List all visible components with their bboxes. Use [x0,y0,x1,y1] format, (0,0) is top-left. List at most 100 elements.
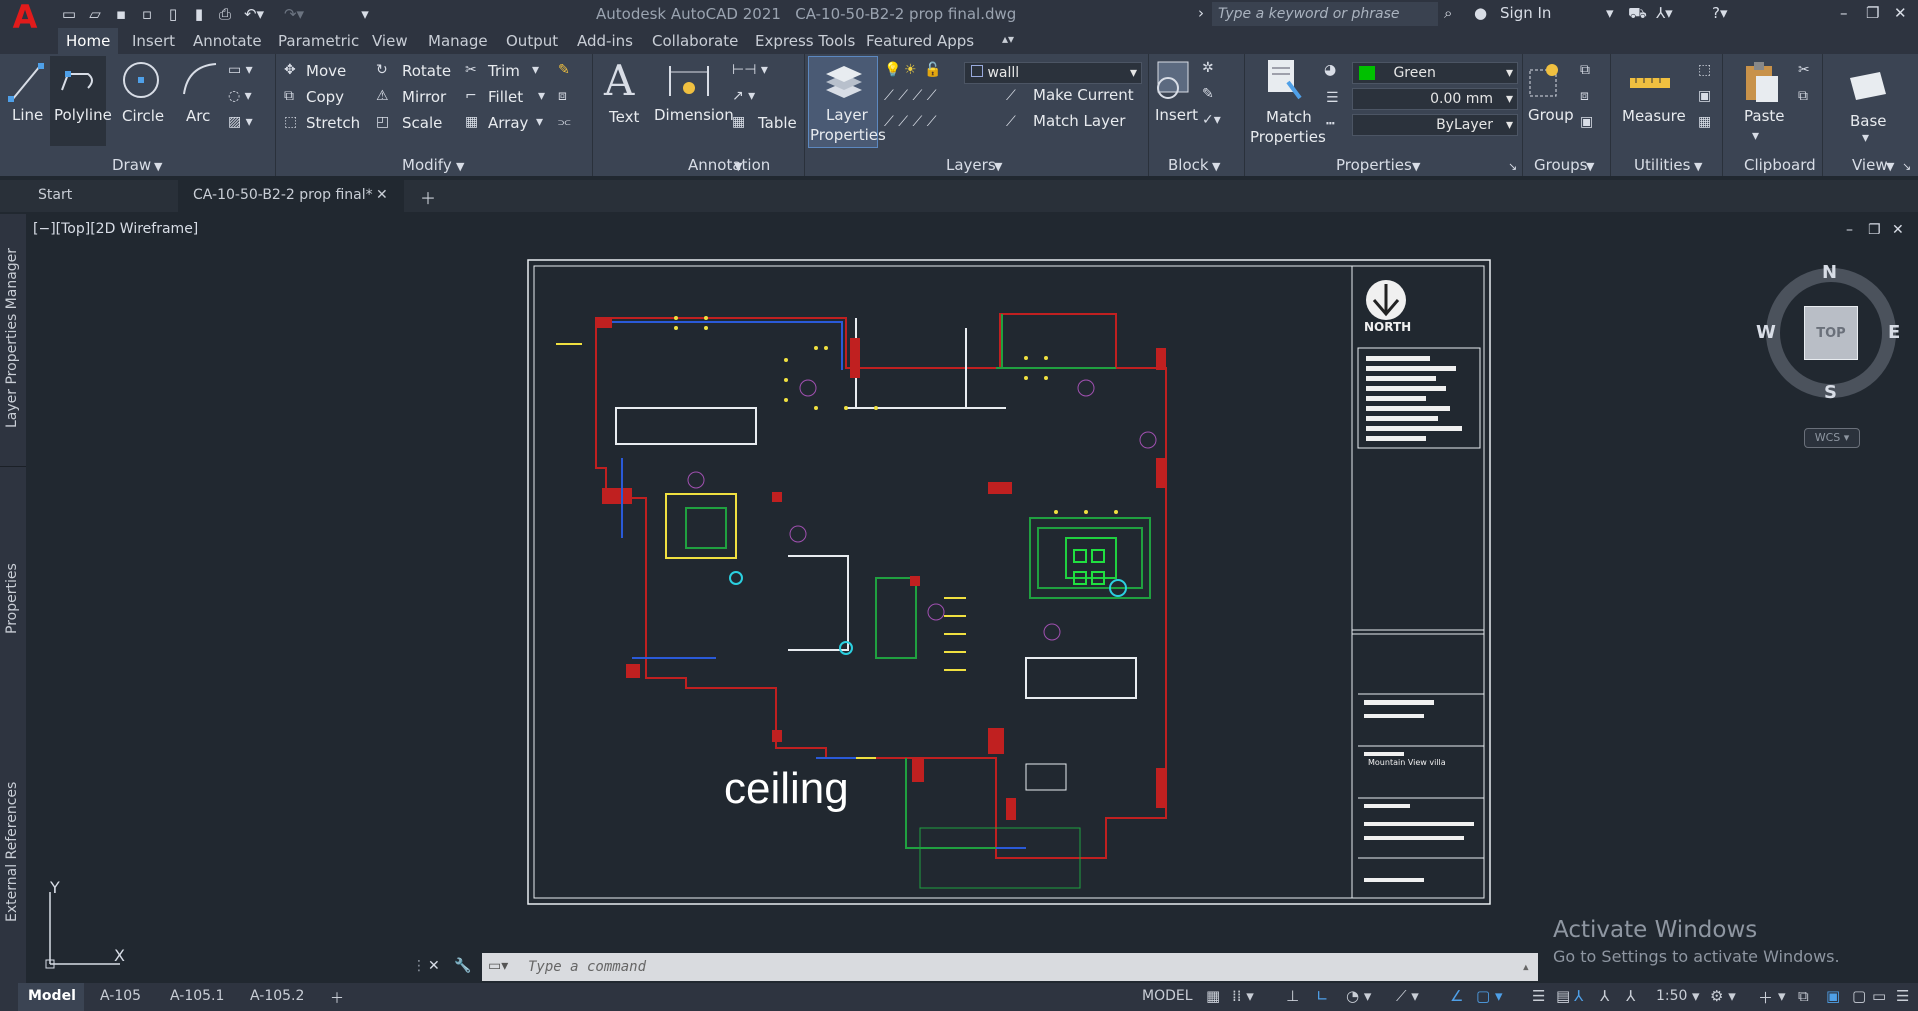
sign-in-dropdown-icon[interactable]: ▾ [1606,4,1614,22]
copy-button[interactable]: Copy [306,88,344,106]
array-dropdown-icon[interactable]: ▾ [536,114,543,130]
group-button[interactable]: Group [1528,106,1574,124]
dimension-icon[interactable] [666,60,712,104]
tab-parametric[interactable]: Parametric [278,32,359,50]
make-current-button[interactable]: Make Current [1033,86,1134,104]
dialog-launcher-icon[interactable]: ↘ [1902,160,1911,173]
otrack-icon[interactable]: ∠ [1450,987,1463,1005]
customize-qat-icon[interactable]: ▾ [356,5,374,23]
linetype-dropdown[interactable]: ByLayer ▾ [1352,114,1518,136]
annotation-monitor-icon[interactable]: ＋ [1758,987,1773,1008]
measure-icon[interactable] [1628,64,1672,100]
group-edit-icon[interactable]: ⧈ [1580,88,1589,104]
line-icon[interactable] [8,60,44,106]
base-dropdown-icon[interactable]: ▾ [1862,130,1869,146]
calculator-icon[interactable]: ▦ [1698,114,1711,130]
cart-icon[interactable]: ⛟ [1628,4,1647,24]
chevron-right-icon[interactable]: › [1198,4,1204,22]
line-button[interactable]: Line [12,106,43,124]
isodraft-icon[interactable]: ⟋ ▾ [1396,987,1419,1005]
insert-button[interactable]: Insert [1155,106,1198,124]
restore-icon[interactable]: ❐ [1866,4,1879,22]
layer-unlock-icon[interactable]: 🔓 [924,62,941,78]
save-web-icon[interactable]: ▮ [190,5,208,23]
dialog-launcher-icon[interactable]: ↘ [1508,160,1517,173]
ortho-icon[interactable]: ∟ [1316,987,1329,1005]
mirror-button[interactable]: Mirror [402,88,446,106]
wcs-menu[interactable]: WCS ▾ [1804,428,1860,448]
ungroup-icon[interactable]: ⧉ [1580,62,1590,78]
chevron-down-icon[interactable]: ▼ [734,160,742,173]
layers-panel-title[interactable]: Layers [946,156,996,174]
match-layer-button[interactable]: Match Layer [1033,112,1125,130]
chevron-down-icon[interactable]: ▼ [154,160,162,173]
table-button[interactable]: Table [758,114,797,132]
infer-icon[interactable]: ⊥ [1286,987,1299,1005]
model-space-toggle[interactable]: MODEL [1142,988,1193,1004]
stretch-button[interactable]: Stretch [306,114,360,132]
viewport-controls[interactable]: [−][Top][2D Wireframe] [33,221,198,237]
clean-screen-icon[interactable]: ▭ [1872,987,1886,1005]
undo-icon[interactable]: ↶▾ [240,5,268,23]
chevron-down-icon[interactable]: ▼ [1212,160,1220,173]
layer-tool-icon-2[interactable]: ⟋ ⟋ ⟋ ⟋ [884,114,937,130]
polar-icon[interactable]: ◔ ▾ [1346,987,1371,1005]
hatch-icon[interactable]: ◌ ▾ [228,88,252,104]
save-as-icon[interactable]: ▫ [138,5,156,23]
fillet-dropdown-icon[interactable]: ▾ [538,88,545,104]
annotation-visibility-icon[interactable]: ⅄ [1574,987,1583,1005]
edit-block-icon[interactable]: ✎ [1202,86,1214,102]
redo-icon[interactable]: ↷▾ [280,5,308,23]
layout-tab-a105-2[interactable]: A-105.2 [250,988,304,1004]
sign-in-link[interactable]: Sign In [1500,4,1551,22]
minimize-icon[interactable]: – [1840,4,1848,22]
scale-dropdown-icon[interactable]: ▾ [1692,987,1700,1005]
compass-west[interactable]: W [1756,322,1776,343]
block-panel-title[interactable]: Block [1168,156,1209,174]
erase-icon[interactable]: ✎ [558,62,570,78]
save-icon[interactable]: ▪ [112,5,130,23]
open-file-icon[interactable]: ▱ [86,5,104,23]
base-button[interactable]: Base [1850,112,1887,130]
viewcube-top[interactable]: TOP [1804,306,1858,360]
trim-button[interactable]: Trim [488,62,520,80]
compass-north[interactable]: N [1822,262,1837,283]
arc-button[interactable]: Arc [186,107,210,125]
utilities-panel-title[interactable]: Utilities [1634,156,1690,174]
annotation-scale-value[interactable]: 1:50 [1656,988,1687,1004]
block-attribute-icon[interactable]: ✓▾ [1202,112,1221,128]
quick-properties-icon[interactable]: ⧉ [1798,987,1809,1005]
help-icon[interactable]: ?▾ [1712,4,1728,22]
workspace-icon[interactable]: ⚙ ▾ [1710,987,1736,1005]
rotate-button[interactable]: Rotate [402,62,451,80]
leader-icon[interactable]: ↗ ▾ [732,88,755,104]
search-icon[interactable]: ⌕ [1444,4,1452,22]
tab-express-tools[interactable]: Express Tools [755,32,855,50]
tab-add-ins[interactable]: Add-ins [577,32,633,50]
modify-panel-title[interactable]: Modify [402,156,452,174]
chevron-down-icon[interactable]: ▼ [1412,160,1420,173]
layer-on-icon[interactable]: 💡 [884,62,901,78]
chevron-down-icon[interactable]: ▼ [1694,160,1702,173]
gradient-icon[interactable]: ▨ ▾ [228,114,253,130]
array-button[interactable]: Array [488,114,528,132]
ribbon-minimize-icon[interactable]: ▴▾ [1002,32,1014,46]
command-close-icon[interactable]: ✕ [428,958,440,974]
create-block-icon[interactable]: ✲ [1202,60,1214,76]
tab-insert[interactable]: Insert [132,32,175,50]
paste-icon[interactable] [1742,60,1782,106]
layer-dropdown[interactable]: walll ▾ [964,62,1142,84]
tab-featured-apps[interactable]: Featured Apps [866,32,974,50]
match-properties-icon[interactable] [1264,58,1304,102]
units-icon[interactable]: ▾ [1778,987,1786,1005]
explode-icon[interactable]: ⧈ [558,88,567,104]
copy-clip-icon[interactable]: ⧉ [1798,88,1808,104]
rectangle-icon[interactable]: ▭ ▾ [228,62,253,78]
circle-button[interactable]: Circle [122,107,164,125]
chevron-down-icon[interactable]: ▼ [994,160,1002,173]
linear-dim-icon[interactable]: ⊢⊣ ▾ [732,62,768,78]
osnap-icon[interactable]: ▢ ▾ [1476,987,1502,1005]
close-tab-icon[interactable]: ✕ [376,187,388,203]
properties-palette-tab[interactable]: Properties [4,563,20,634]
fillet-button[interactable]: Fillet [488,88,523,106]
